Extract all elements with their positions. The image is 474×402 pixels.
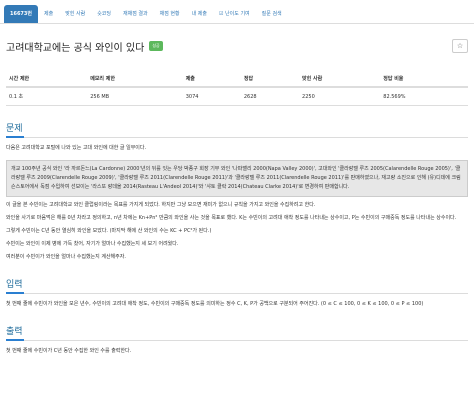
tab-shortcoding[interactable]: 숏코딩 [91, 5, 117, 23]
table-cell: 256 MB [87, 87, 183, 106]
section-heading-problem: 문제 [6, 121, 468, 138]
table-header-cell: 메모리 제한 [87, 71, 183, 88]
problem-title: 고려대학교에는 공식 와인이 있다 [6, 42, 145, 54]
problem-paragraph: 수빈이는 와인이 이제 병에 가득 찼어, 자기가 얼마나 수집했는지 세 보기… [6, 241, 179, 247]
problem-tabs: 16673번 제출 맞힌 사람 숏코딩 재채점 결과 채점 현황 내 제출 ☑ … [0, 0, 474, 24]
tab-solvers[interactable]: 맞힌 사람 [59, 5, 91, 23]
problem-title-row: 고려대학교에는 공식 와인이 있다 성공 ☆ [6, 37, 468, 55]
table-cell: 82.569% [380, 87, 468, 106]
table-header-cell: 정답 비율 [380, 71, 468, 88]
input-description: 첫 번째 줄에 수빈이가 와인을 모은 년수, 수빈이의 고려대 애착 정도, … [6, 301, 424, 307]
tab-submit[interactable]: 제출 [38, 5, 59, 23]
table-header-row: 시간 제한 메모리 제한 제출 정답 맞힌 사람 정답 비율 [6, 71, 468, 88]
table-cell: 0.1 초 [6, 87, 88, 106]
star-icon[interactable]: ☆ [452, 39, 468, 53]
section-heading-input: 입력 [6, 277, 468, 294]
table-header-cell: 정답 [240, 71, 300, 88]
problem-paragraph: 와인을 사기로 마음먹은 해를 0년 차라고 정의하고, n년 차에는 Kn+P… [6, 215, 457, 221]
tab-question-search[interactable]: 질문 검색 [256, 5, 288, 23]
problem-paragraph: 그렇게 수빈이는 C년 동안 열심히 와인을 모았다. (마지막 해에 산 와인… [6, 228, 212, 234]
tab-my-submissions[interactable]: 내 제출 [186, 5, 213, 23]
table-header-cell: 시간 제한 [6, 71, 88, 88]
quote-box: 개교 100주년 공식 와인 '라 까르돈느(La Cardonne) 2000… [6, 160, 468, 197]
tab-problem-number[interactable]: 16673번 [4, 4, 38, 23]
table-cell: 2250 [299, 87, 381, 106]
table-header-cell: 맞힌 사람 [299, 71, 381, 88]
output-description: 첫 번째 줄에 수빈이가 C년 동안 수집한 와인 수를 출력한다. [6, 348, 132, 354]
problem-intro: 다음은 고려대학교 포털에 나와 있는 고대 와인에 대한 글 일부이다. [6, 145, 147, 151]
table-header-cell: 제출 [182, 71, 241, 88]
section-heading-output: 출력 [6, 324, 468, 341]
status-badge: 성공 [149, 41, 163, 51]
table-cell: 2628 [240, 87, 300, 106]
problem-paragraph: 여러분이 수빈이가 와인을 얼마나 수집했는지 계산해주자. [6, 254, 126, 260]
tab-rejudge[interactable]: 재채점 결과 [117, 5, 154, 23]
problem-paragraph: 이 글을 본 수빈이는 고려대학교 와인 클럽링이라는 목표를 가지게 되었다.… [6, 202, 316, 208]
table-row: 0.1 초 256 MB 3074 2628 2250 82.569% [6, 87, 468, 106]
tab-difficulty[interactable]: ☑ 난이도 기여 [213, 5, 256, 23]
problem-info-table: 시간 제한 메모리 제한 제출 정답 맞힌 사람 정답 비율 0.1 초 256… [6, 71, 468, 106]
table-cell: 3074 [182, 87, 241, 106]
tab-status[interactable]: 채점 현황 [154, 5, 186, 23]
